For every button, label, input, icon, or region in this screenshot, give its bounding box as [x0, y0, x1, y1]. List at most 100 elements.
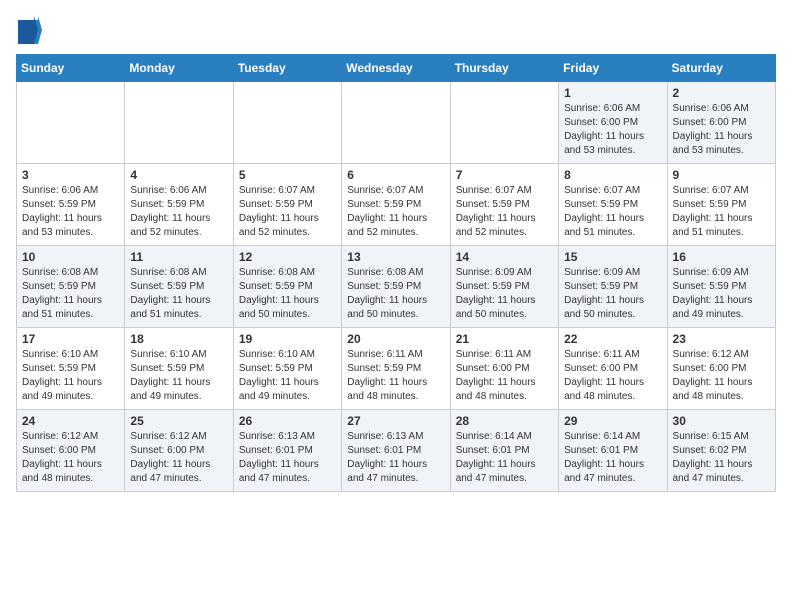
day-number: 10 [22, 250, 119, 264]
day-info: Sunrise: 6:06 AMSunset: 6:00 PMDaylight:… [673, 102, 770, 158]
calendar-cell: 1 Sunrise: 6:06 AMSunset: 6:00 PMDaylight… [559, 82, 667, 164]
day-number: 30 [673, 414, 770, 428]
header [16, 16, 776, 44]
day-header-thursday: Thursday [450, 55, 558, 82]
day-info: Sunrise: 6:08 AMSunset: 5:59 PMDaylight:… [130, 266, 227, 322]
day-number: 16 [673, 250, 770, 264]
day-number: 26 [239, 414, 336, 428]
day-info: Sunrise: 6:14 AMSunset: 6:01 PMDaylight:… [456, 430, 553, 486]
day-info: Sunrise: 6:11 AMSunset: 6:00 PMDaylight:… [564, 348, 661, 404]
calendar-cell: 14 Sunrise: 6:09 AMSunset: 5:59 PMDayligh… [450, 246, 558, 328]
calendar-cell: 6 Sunrise: 6:07 AMSunset: 5:59 PMDaylight… [342, 164, 450, 246]
week-row-2: 3 Sunrise: 6:06 AMSunset: 5:59 PMDaylight… [17, 164, 776, 246]
day-info: Sunrise: 6:07 AMSunset: 5:59 PMDaylight:… [673, 184, 770, 240]
calendar-cell: 28 Sunrise: 6:14 AMSunset: 6:01 PMDayligh… [450, 410, 558, 492]
day-info: Sunrise: 6:08 AMSunset: 5:59 PMDaylight:… [22, 266, 119, 322]
day-header-sunday: Sunday [17, 55, 125, 82]
calendar-cell: 22 Sunrise: 6:11 AMSunset: 6:00 PMDayligh… [559, 328, 667, 410]
day-info: Sunrise: 6:11 AMSunset: 6:00 PMDaylight:… [456, 348, 553, 404]
day-info: Sunrise: 6:13 AMSunset: 6:01 PMDaylight:… [347, 430, 444, 486]
calendar-cell: 15Sunrise: 6:09 AMSunset: 5:59 PMDayligh… [559, 246, 667, 328]
calendar-cell: 25 Sunrise: 6:12 AMSunset: 6:00 PMDayligh… [125, 410, 233, 492]
day-info: Sunrise: 6:09 AMSunset: 5:59 PMDaylight:… [456, 266, 553, 322]
calendar-cell: 29 Sunrise: 6:14 AMSunset: 6:01 PMDayligh… [559, 410, 667, 492]
day-info: Sunrise: 6:12 AMSunset: 6:00 PMDaylight:… [130, 430, 227, 486]
day-number: 4 [130, 168, 227, 182]
week-row-3: 10 Sunrise: 6:08 AMSunset: 5:59 PMDayligh… [17, 246, 776, 328]
day-number: 15 [564, 250, 661, 264]
day-number: 6 [347, 168, 444, 182]
calendar-cell: 17 Sunrise: 6:10 AMSunset: 5:59 PMDayligh… [17, 328, 125, 410]
calendar-cell: 24 Sunrise: 6:12 AMSunset: 6:00 PMDayligh… [17, 410, 125, 492]
day-number: 27 [347, 414, 444, 428]
calendar-cell: 16Sunrise: 6:09 AMSunset: 5:59 PMDayligh… [667, 246, 775, 328]
day-header-wednesday: Wednesday [342, 55, 450, 82]
day-info: Sunrise: 6:12 AMSunset: 6:00 PMDaylight:… [673, 348, 770, 404]
day-number: 28 [456, 414, 553, 428]
week-row-4: 17 Sunrise: 6:10 AMSunset: 5:59 PMDayligh… [17, 328, 776, 410]
day-info: Sunrise: 6:14 AMSunset: 6:01 PMDaylight:… [564, 430, 661, 486]
calendar-cell: 13 Sunrise: 6:08 AMSunset: 5:59 PMDayligh… [342, 246, 450, 328]
calendar-cell: 18Sunrise: 6:10 AMSunset: 5:59 PMDayligh… [125, 328, 233, 410]
day-number: 23 [673, 332, 770, 346]
calendar-cell [450, 82, 558, 164]
day-number: 8 [564, 168, 661, 182]
day-number: 2 [673, 86, 770, 100]
day-info: Sunrise: 6:07 AMSunset: 5:59 PMDaylight:… [347, 184, 444, 240]
calendar-cell: 5 Sunrise: 6:07 AMSunset: 5:59 PMDaylight… [233, 164, 341, 246]
logo [16, 16, 42, 44]
day-info: Sunrise: 6:07 AMSunset: 5:59 PMDaylight:… [564, 184, 661, 240]
calendar-cell: 7Sunrise: 6:07 AMSunset: 5:59 PMDaylight… [450, 164, 558, 246]
calendar-cell: 21Sunrise: 6:11 AMSunset: 6:00 PMDayligh… [450, 328, 558, 410]
calendar-cell: 27 Sunrise: 6:13 AMSunset: 6:01 PMDayligh… [342, 410, 450, 492]
calendar-table: SundayMondayTuesdayWednesdayThursdayFrid… [16, 54, 776, 492]
day-number: 29 [564, 414, 661, 428]
calendar-cell: 30 Sunrise: 6:15 AMSunset: 6:02 PMDayligh… [667, 410, 775, 492]
week-row-5: 24 Sunrise: 6:12 AMSunset: 6:00 PMDayligh… [17, 410, 776, 492]
day-number: 25 [130, 414, 227, 428]
day-info: Sunrise: 6:08 AMSunset: 5:59 PMDaylight:… [347, 266, 444, 322]
day-number: 1 [564, 86, 661, 100]
day-number: 9 [673, 168, 770, 182]
day-header-tuesday: Tuesday [233, 55, 341, 82]
day-info: Sunrise: 6:10 AMSunset: 5:59 PMDaylight:… [22, 348, 119, 404]
calendar-cell: 12 Sunrise: 6:08 AMSunset: 5:59 PMDayligh… [233, 246, 341, 328]
calendar-cell: 19 Sunrise: 6:10 AMSunset: 5:59 PMDayligh… [233, 328, 341, 410]
day-info: Sunrise: 6:06 AMSunset: 5:59 PMDaylight:… [130, 184, 227, 240]
day-header-saturday: Saturday [667, 55, 775, 82]
day-number: 3 [22, 168, 119, 182]
day-number: 17 [22, 332, 119, 346]
calendar-cell: 20Sunrise: 6:11 AMSunset: 5:59 PMDayligh… [342, 328, 450, 410]
day-number: 14 [456, 250, 553, 264]
day-info: Sunrise: 6:06 AMSunset: 6:00 PMDaylight:… [564, 102, 661, 158]
day-info: Sunrise: 6:06 AMSunset: 5:59 PMDaylight:… [22, 184, 119, 240]
day-info: Sunrise: 6:13 AMSunset: 6:01 PMDaylight:… [239, 430, 336, 486]
calendar-cell: 23 Sunrise: 6:12 AMSunset: 6:00 PMDayligh… [667, 328, 775, 410]
day-number: 24 [22, 414, 119, 428]
day-number: 22 [564, 332, 661, 346]
day-number: 20 [347, 332, 444, 346]
day-number: 7 [456, 168, 553, 182]
day-number: 19 [239, 332, 336, 346]
day-number: 12 [239, 250, 336, 264]
day-info: Sunrise: 6:08 AMSunset: 5:59 PMDaylight:… [239, 266, 336, 322]
day-number: 5 [239, 168, 336, 182]
day-header-friday: Friday [559, 55, 667, 82]
day-number: 11 [130, 250, 227, 264]
page: SundayMondayTuesdayWednesdayThursdayFrid… [0, 0, 792, 508]
day-header-monday: Monday [125, 55, 233, 82]
day-info: Sunrise: 6:12 AMSunset: 6:00 PMDaylight:… [22, 430, 119, 486]
calendar-cell [342, 82, 450, 164]
day-info: Sunrise: 6:15 AMSunset: 6:02 PMDaylight:… [673, 430, 770, 486]
day-number: 13 [347, 250, 444, 264]
calendar-cell [17, 82, 125, 164]
day-info: Sunrise: 6:10 AMSunset: 5:59 PMDaylight:… [239, 348, 336, 404]
calendar-cell: 4 Sunrise: 6:06 AMSunset: 5:59 PMDaylight… [125, 164, 233, 246]
calendar-cell: 9 Sunrise: 6:07 AMSunset: 5:59 PMDaylight… [667, 164, 775, 246]
logo-icon [18, 16, 42, 44]
calendar-cell: 26 Sunrise: 6:13 AMSunset: 6:01 PMDayligh… [233, 410, 341, 492]
header-row: SundayMondayTuesdayWednesdayThursdayFrid… [17, 55, 776, 82]
calendar-cell: 10 Sunrise: 6:08 AMSunset: 5:59 PMDayligh… [17, 246, 125, 328]
day-info: Sunrise: 6:07 AMSunset: 5:59 PMDaylight:… [239, 184, 336, 240]
week-row-1: 1 Sunrise: 6:06 AMSunset: 6:00 PMDaylight… [17, 82, 776, 164]
